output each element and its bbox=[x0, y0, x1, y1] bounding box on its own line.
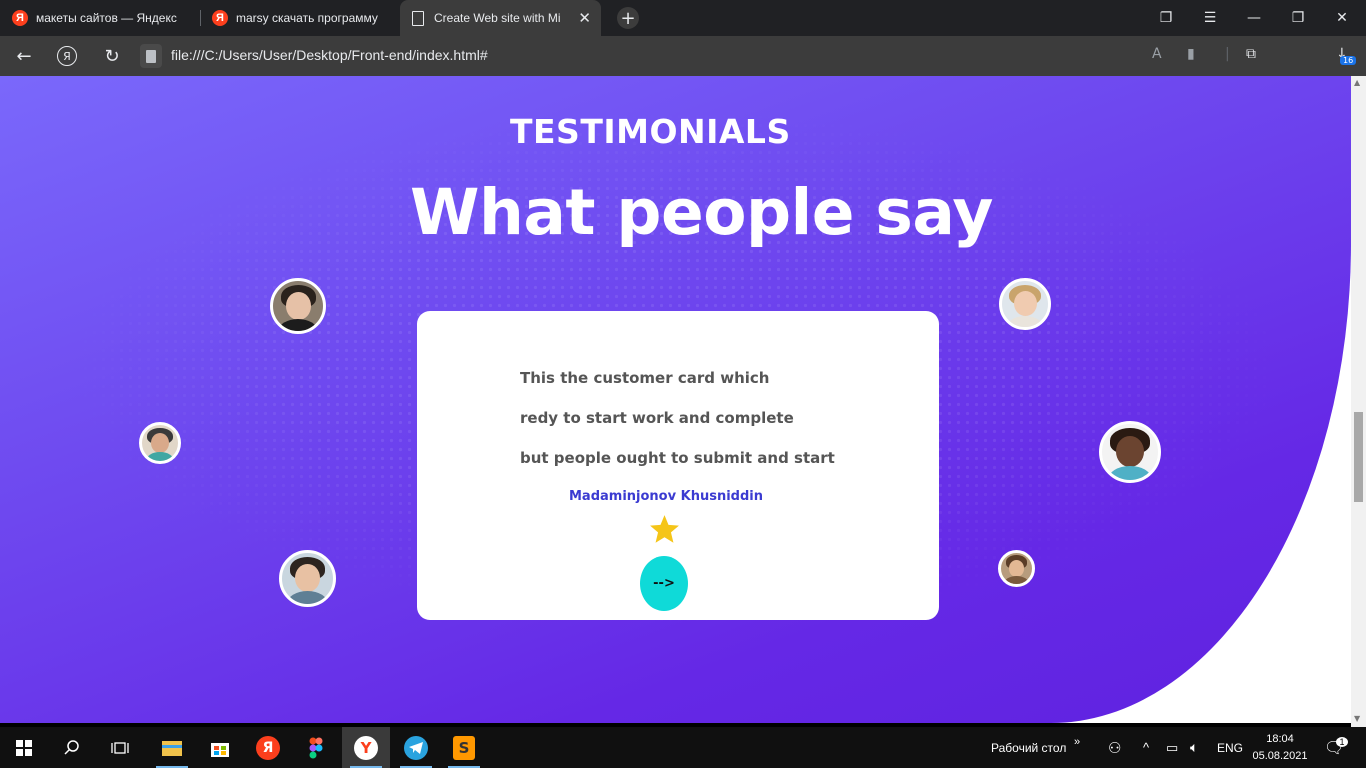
customer-avatar[interactable] bbox=[1099, 421, 1161, 483]
scroll-down-icon[interactable]: ▼ bbox=[1354, 714, 1360, 723]
telegram-icon[interactable] bbox=[392, 727, 440, 768]
yandex-browser-icon[interactable]: Я bbox=[244, 727, 292, 768]
section-headline: What people say bbox=[410, 176, 994, 249]
customer-avatar[interactable] bbox=[998, 550, 1035, 587]
reload-icon[interactable]: ↻ bbox=[100, 44, 124, 68]
task-view-icon[interactable] bbox=[96, 727, 144, 768]
new-tab-button[interactable]: + bbox=[617, 7, 639, 29]
scrollbar-thumb[interactable] bbox=[1354, 412, 1363, 502]
toolbar-divider: | bbox=[1225, 46, 1230, 62]
minimize-button[interactable]: — bbox=[1232, 0, 1276, 36]
microsoft-store-icon[interactable] bbox=[196, 727, 244, 768]
menu-icon[interactable]: ☰ bbox=[1188, 0, 1232, 36]
bookmark-icon[interactable]: ▮ bbox=[1187, 46, 1195, 62]
tab-title: marsy скачать программу bbox=[236, 11, 378, 25]
document-icon bbox=[412, 10, 424, 26]
sublime-text-icon[interactable]: S bbox=[440, 727, 488, 768]
notification-center-icon[interactable]: 🗨︎ bbox=[1324, 727, 1344, 768]
tab-title: Create Web site with Mi bbox=[434, 11, 560, 25]
network-icon[interactable]: ▭ bbox=[1166, 727, 1178, 768]
system-clock[interactable]: 18:04 05.08.2021 bbox=[1252, 731, 1308, 765]
figma-icon[interactable] bbox=[292, 727, 340, 768]
translate-icon[interactable]: A bbox=[1152, 46, 1162, 62]
close-tab-icon[interactable]: ✕ bbox=[578, 9, 591, 27]
star-icon bbox=[650, 515, 679, 543]
page-scrollbar[interactable]: ▲ ▼ bbox=[1351, 76, 1366, 727]
scroll-up-icon[interactable]: ▲ bbox=[1354, 78, 1360, 87]
section-eyebrow: TESTIMONIALS bbox=[510, 112, 791, 151]
address-bar: ← Я ↻ file:///C:/Users/User/Desktop/Fron… bbox=[0, 36, 1366, 76]
restore-button[interactable]: ❐ bbox=[1276, 0, 1320, 36]
desktop-toolbar-label[interactable]: Рабочий стол bbox=[991, 727, 1066, 768]
tab-yandex-search[interactable]: Я макеты сайтов — Яндекс bbox=[0, 0, 200, 36]
toolbar-expand-icon[interactable]: » bbox=[1074, 721, 1080, 762]
yandex-icon: Я bbox=[212, 10, 228, 26]
customer-avatar[interactable] bbox=[999, 278, 1051, 330]
yandex-browser-active-icon[interactable]: Y bbox=[342, 727, 390, 768]
next-testimonial-button[interactable]: --> bbox=[640, 556, 688, 611]
clock-time: 18:04 bbox=[1266, 733, 1294, 745]
collections-icon[interactable]: ⧉ bbox=[1246, 46, 1256, 62]
tab-title: макеты сайтов — Яндекс bbox=[36, 11, 177, 25]
file-explorer-icon[interactable] bbox=[148, 727, 196, 768]
testimonial-line: redy to start work and complete bbox=[520, 409, 794, 427]
windows-taskbar: Я Y S Рабочий стол » ⚇ ^ ▭ 🔈︎ ENG 18:04 … bbox=[0, 727, 1366, 768]
windows-start-icon[interactable] bbox=[0, 727, 48, 768]
url-field[interactable]: file:///C:/Users/User/Desktop/Front-end/… bbox=[171, 47, 488, 63]
customer-avatar[interactable] bbox=[270, 278, 326, 334]
tabs-panel-icon[interactable]: ❐ bbox=[1144, 0, 1188, 36]
yandex-home-icon[interactable]: Я bbox=[57, 46, 77, 66]
clock-date: 05.08.2021 bbox=[1252, 750, 1308, 762]
download-count-badge: 16 bbox=[1340, 56, 1357, 65]
show-hidden-icons-chevron[interactable]: ^ bbox=[1143, 727, 1149, 768]
file-icon[interactable] bbox=[140, 44, 162, 68]
customer-avatar[interactable] bbox=[139, 422, 181, 464]
testimonial-line: but people ought to submit and start bbox=[520, 449, 835, 467]
browser-tab-strip: Я макеты сайтов — Яндекс Я marsy скачать… bbox=[0, 0, 1366, 36]
tab-marsy[interactable]: Я marsy скачать программу bbox=[200, 0, 400, 36]
testimonial-author: Madaminjonov Khusniddin bbox=[569, 489, 763, 504]
testimonial-line: This the customer card which bbox=[520, 369, 770, 387]
testimonial-card: This the customer card which redy to sta… bbox=[417, 311, 939, 620]
notification-count-badge: 1 bbox=[1336, 737, 1348, 747]
testimonials-section: TESTIMONIALS What people say This the cu… bbox=[0, 76, 1351, 723]
page-viewport: TESTIMONIALS What people say This the cu… bbox=[0, 76, 1351, 723]
volume-icon[interactable]: 🔈︎ bbox=[1190, 727, 1198, 768]
yandex-icon: Я bbox=[12, 10, 28, 26]
search-icon[interactable] bbox=[48, 727, 96, 768]
tab-create-web-site[interactable]: Create Web site with Mi ✕ bbox=[400, 0, 601, 36]
back-arrow-icon[interactable]: ← bbox=[12, 44, 36, 68]
customer-avatar[interactable] bbox=[279, 550, 336, 607]
close-window-button[interactable]: ✕ bbox=[1320, 0, 1364, 36]
input-language-indicator[interactable]: ENG bbox=[1217, 727, 1243, 768]
people-icon[interactable]: ⚇ bbox=[1108, 727, 1121, 768]
